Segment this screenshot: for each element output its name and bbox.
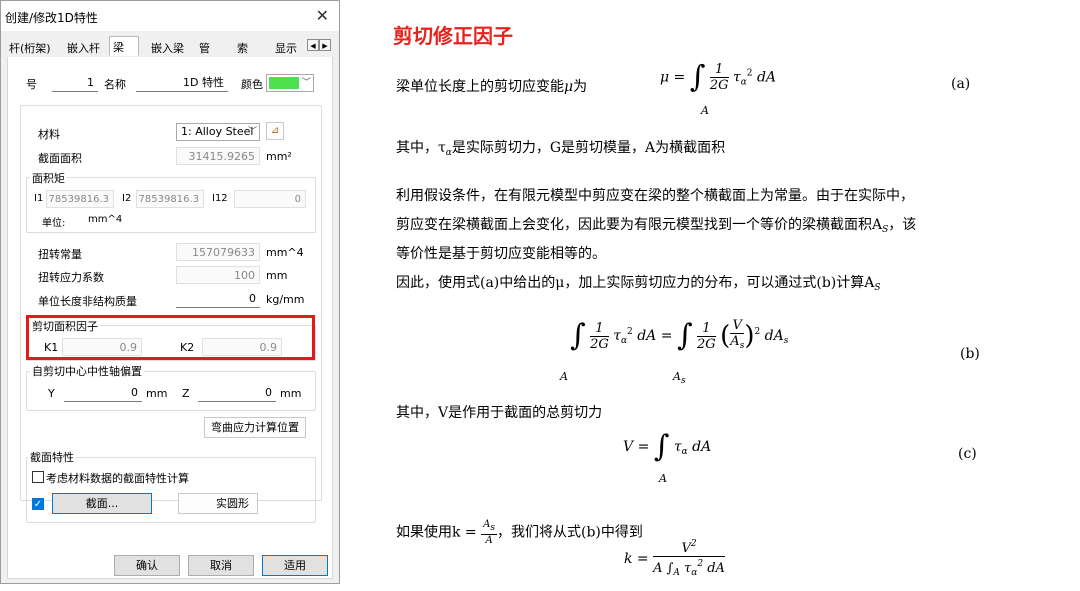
material-select-value: 1: Alloy Steel xyxy=(181,125,254,138)
unit-label: 单位: xyxy=(42,218,66,229)
property-dialog: 创建/修改1D特性 ✕ 杆(桁架) 嵌入杆 梁 嵌入梁 管 索 显示 ◀ ▶ 号… xyxy=(0,0,340,584)
text-strain-energy: 梁单位长度上的剪切应变能 xyxy=(396,79,564,95)
y-input[interactable]: 0 xyxy=(64,384,142,402)
tab-truss[interactable]: 杆(桁架) xyxy=(9,40,51,56)
mass-input[interactable]: 0 xyxy=(176,290,260,308)
equation-b-limit-as: As xyxy=(673,370,686,386)
cancel-button[interactable]: 取消 xyxy=(188,555,254,576)
chevron-down-icon: ﹀ xyxy=(301,78,311,88)
tab-strip: 杆(桁架) 嵌入杆 梁 嵌入梁 管 索 显示 ◀ ▶ xyxy=(7,35,333,58)
consider-material-checkbox[interactable] xyxy=(32,471,44,483)
equation-c: V = ∫ τα dA xyxy=(623,429,712,464)
area-unit: mm² xyxy=(266,150,292,163)
offset-group-title: 自剪切中心中性轴偏置 xyxy=(30,363,144,379)
bending-stress-button[interactable]: 弯曲应力计算位置 xyxy=(204,417,306,438)
text-assumption-2: 剪应变在梁横截面上会变化，因此要为有限元模型找到一个等价的梁横截面积A xyxy=(396,217,883,233)
number-label: 号 xyxy=(26,78,37,91)
torsion-unit: mm^4 xyxy=(266,246,304,259)
solid-circle-button[interactable]: 实圆形 xyxy=(178,493,258,514)
close-icon[interactable]: ✕ xyxy=(316,6,329,25)
z-input[interactable]: 0 xyxy=(198,384,276,402)
tab-cable[interactable]: 索 xyxy=(237,40,248,56)
material-label: 材料 xyxy=(38,128,60,141)
paragraph-strain-energy: 梁单位长度上的剪切应变能μ为 xyxy=(396,76,587,96)
paragraph-where: 其中，τα是实际剪切力，G是剪切模量，A为横截面积 xyxy=(396,137,725,158)
i1-input: 78539816.3 xyxy=(46,190,114,208)
unit-value: mm^4 xyxy=(88,214,123,225)
torsion-stress-input: 100 xyxy=(176,266,260,284)
inertia-group-title: 面积矩 xyxy=(30,170,67,186)
text-where-tau: 其中，τ xyxy=(396,140,446,156)
section-title: 剪切修正因子 xyxy=(393,24,513,48)
consider-material-label: 考虑材料数据的截面特性计算 xyxy=(46,472,189,485)
equation-k: k = V2 A ∫A τα2 dA xyxy=(624,539,725,578)
text-if-k: 如果使用k = xyxy=(396,524,477,541)
equation-b-tag: (b) xyxy=(960,346,980,362)
equation-a: μ = ∫ 1 2G τα2 dA xyxy=(660,59,777,95)
paragraph-if-k: 如果使用k = As A ，我们将从式(b)中得到 xyxy=(396,519,643,546)
color-swatch xyxy=(269,77,299,89)
dialog-titlebar: 创建/修改1D特性 ✕ xyxy=(1,1,339,31)
chevron-down-icon: ﹀ xyxy=(247,127,257,137)
number-input[interactable]: 1 xyxy=(52,74,98,92)
torsion-stress-label: 扭转应力系数 xyxy=(38,271,104,284)
tab-scroll-left-icon[interactable]: ◀ xyxy=(307,39,319,51)
sub-s-2: S xyxy=(874,283,881,293)
equation-a-limit: A xyxy=(701,104,709,117)
area-input: 31415.9265 xyxy=(176,147,260,165)
paragraph-total-shear: 其中，V是作用于截面的总剪切力 xyxy=(396,405,603,421)
text-for: 为 xyxy=(573,79,588,95)
dialog-title: 创建/修改1D特性 xyxy=(5,11,98,25)
equation-b: ∫ 1 2G τα2 dA = ∫ 1 2G (V As)2 dAs xyxy=(570,318,789,353)
text-assumption-2-tail: ，该 xyxy=(888,217,917,233)
paragraph-therefore: 因此，使用式(a)中给出的μ，加上实际剪切应力的分布，可以通过式(b)计算AS xyxy=(396,272,881,293)
i12-input: 0 xyxy=(234,190,306,208)
text-therefore: 因此，使用式(a)中给出的μ，加上实际剪切应力的分布，可以通过式(b)计算A xyxy=(396,275,875,291)
name-input[interactable]: 1D 特性 xyxy=(136,74,228,92)
y-unit: mm xyxy=(146,387,168,400)
area-label: 截面面积 xyxy=(38,152,82,165)
color-label: 颜色 xyxy=(241,78,263,91)
i2-label: I2 xyxy=(122,193,132,204)
equation-c-tag: (c) xyxy=(958,446,977,462)
i1-label: I1 xyxy=(34,193,44,204)
section-group-title: 截面特性 xyxy=(28,449,76,465)
torsion-input: 157079633 xyxy=(176,243,260,261)
text-shear-definitions: 是实际剪切力，G是剪切模量，A为横截面积 xyxy=(451,140,726,156)
document-panel: 剪切修正因子 梁单位长度上的剪切应变能μ为 μ = ∫ 1 2G τα2 dA A… xyxy=(390,0,1080,591)
text-from-b: ，我们将从式(b)中得到 xyxy=(496,524,643,541)
section-checkbox[interactable]: ✓ xyxy=(32,498,44,510)
equation-c-limit: A xyxy=(659,472,667,485)
z-label: Z xyxy=(182,387,190,400)
apply-button[interactable]: 适用 xyxy=(262,555,328,576)
torsion-stress-unit: mm xyxy=(266,269,288,282)
equation-b-limit-a: A xyxy=(560,370,568,383)
name-label: 名称 xyxy=(104,78,126,91)
material-library-icon[interactable]: ⊿ xyxy=(266,122,284,140)
tab-display[interactable]: 显示 xyxy=(275,40,297,56)
mass-label: 单位长度非结构质量 xyxy=(38,295,137,308)
tab-beam[interactable]: 梁 xyxy=(109,36,139,56)
z-unit: mm xyxy=(280,387,302,400)
tab-pipe[interactable]: 管 xyxy=(199,40,210,56)
torsion-label: 扭转常量 xyxy=(38,248,82,261)
tab-scroll-right-icon[interactable]: ▶ xyxy=(319,39,331,51)
i2-input: 78539816.3 xyxy=(136,190,204,208)
paragraph-assumption-2: 剪应变在梁横截面上会变化，因此要为有限元模型找到一个等价的梁横截面积AS，该 xyxy=(396,214,916,235)
highlight-box xyxy=(26,315,315,360)
color-picker[interactable]: ﹀ xyxy=(266,74,314,92)
paragraph-assumption-1: 利用假设条件，在有限元模型中剪应变在梁的整个横截面上为常量。由于在实际中， xyxy=(396,188,914,204)
ok-button[interactable]: 确认 xyxy=(114,555,180,576)
paragraph-assumption-3: 等价性是基于剪切应变能相等的。 xyxy=(396,246,606,262)
i12-label: I12 xyxy=(212,193,228,204)
material-select[interactable]: 1: Alloy Steel ﹀ xyxy=(176,123,260,141)
tab-embedded-beam[interactable]: 嵌入梁 xyxy=(151,40,184,56)
mass-unit: kg/mm xyxy=(266,293,305,306)
y-label: Y xyxy=(48,387,55,400)
equation-a-tag: (a) xyxy=(951,76,971,92)
section-button[interactable]: 截面... xyxy=(52,493,152,514)
symbol-mu: μ xyxy=(564,79,574,95)
tab-embedded-truss[interactable]: 嵌入杆 xyxy=(67,40,100,56)
